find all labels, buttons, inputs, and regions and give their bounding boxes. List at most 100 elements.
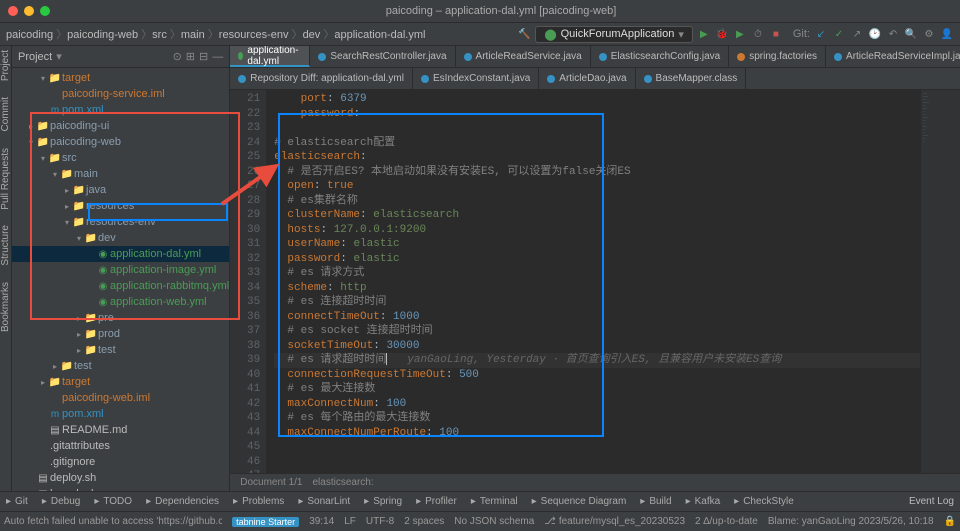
debug-icon[interactable]: 🐞: [715, 27, 729, 41]
tree-arrow-icon[interactable]: ▸: [74, 346, 84, 355]
run-config-selector[interactable]: ⬤ QuickForumApplication ▾: [535, 26, 693, 43]
tool-tab-commit[interactable]: Commit: [0, 97, 11, 131]
breadcrumb-2[interactable]: src: [152, 29, 167, 41]
tree-item[interactable]: ▤ README.md: [12, 422, 229, 438]
editor-breadcrumb-path[interactable]: elasticsearch:: [312, 477, 373, 488]
tree-item[interactable]: ▾📁 main: [12, 166, 229, 182]
tree-item[interactable]: ◉ application-dal.yml: [12, 246, 229, 262]
code-area[interactable]: port: 6379 password: # elasticsearch配置 e…: [266, 90, 960, 473]
tool-tab-structure[interactable]: Structure: [0, 225, 11, 266]
bottom-tool-build[interactable]: ▸Build: [640, 496, 671, 507]
tree-item[interactable]: ▤ deploy.sh: [12, 470, 229, 486]
tree-arrow-icon[interactable]: ▾: [38, 154, 48, 163]
line-separator[interactable]: LF: [344, 516, 356, 527]
bottom-tool-checkstyle[interactable]: ▸CheckStyle: [734, 496, 794, 507]
tree-arrow-icon[interactable]: ▸: [26, 122, 36, 131]
search-icon[interactable]: 🔍: [904, 27, 918, 41]
git-commit-icon[interactable]: ✓: [832, 27, 846, 41]
tree-arrow-icon[interactable]: ▸: [74, 314, 84, 323]
tree-item[interactable]: ▸📁 target: [12, 374, 229, 390]
editor-tab[interactable]: ArticleReadServiceImpl.java: [826, 46, 960, 67]
git-push-icon[interactable]: ↗: [850, 27, 864, 41]
expand-all-icon[interactable]: ⊞: [186, 50, 195, 63]
build-icon[interactable]: 🔨: [517, 27, 531, 41]
tree-item[interactable]: paicoding-service.iml: [12, 86, 229, 102]
git-sync-status[interactable]: 2 ∆/up-to-date: [695, 516, 758, 527]
breadcrumb-4[interactable]: resources-env: [219, 29, 289, 41]
json-schema[interactable]: No JSON schema: [454, 516, 534, 527]
tree-arrow-icon[interactable]: ▸: [50, 362, 60, 371]
minimap[interactable]: ▬▬▬▬▬▬▬▬▬▬▬▬▬▬▬▬▬▬▬▬▬▬▬▬▬▬▬▬▬▬▬▬▬▬▬▬▬▬▬▬…: [920, 90, 960, 473]
breadcrumb-1[interactable]: paicoding-web: [67, 29, 138, 41]
bottom-tool-kafka[interactable]: ▸Kafka: [686, 496, 721, 507]
git-history-icon[interactable]: 🕑: [868, 27, 882, 41]
run-icon[interactable]: ▶: [697, 27, 711, 41]
tree-arrow-icon[interactable]: ▸: [74, 330, 84, 339]
stop-icon[interactable]: ■: [769, 27, 783, 41]
tree-item[interactable]: m pom.xml: [12, 406, 229, 422]
tree-item[interactable]: .gitattributes: [12, 438, 229, 454]
editor-tab[interactable]: application-dal.yml: [230, 46, 310, 67]
tree-item[interactable]: ▾📁 dev: [12, 230, 229, 246]
tree-item[interactable]: ▸📁 test: [12, 342, 229, 358]
bottom-tool-sequence-diagram[interactable]: ▸Sequence Diagram: [532, 496, 627, 507]
bottom-tool-sonarlint[interactable]: ▸SonarLint: [298, 496, 350, 507]
tree-arrow-icon[interactable]: ▸: [62, 186, 72, 195]
editor-tab[interactable]: spring.factories: [729, 46, 826, 67]
tree-item[interactable]: ▸📁 test: [12, 358, 229, 374]
tree-item[interactable]: ◉ application-web.yml: [12, 294, 229, 310]
bottom-tool-todo[interactable]: ▸TODO: [94, 496, 132, 507]
coverage-icon[interactable]: ▶: [733, 27, 747, 41]
git-rollback-icon[interactable]: ↶: [886, 27, 900, 41]
bottom-tool-problems[interactable]: ▸Problems: [233, 496, 284, 507]
event-log-button[interactable]: Event Log: [909, 496, 954, 507]
git-branch[interactable]: ⎇ feature/mysql_es_20230523: [544, 516, 685, 527]
collapse-all-icon[interactable]: ⊟: [199, 50, 208, 63]
tree-arrow-icon[interactable]: ▾: [38, 74, 48, 83]
close-icon[interactable]: [8, 6, 18, 16]
avatar[interactable]: 👤: [940, 27, 954, 41]
tree-item[interactable]: ▸📁 prod: [12, 326, 229, 342]
maximize-icon[interactable]: [40, 6, 50, 16]
tree-arrow-icon[interactable]: ▾: [74, 234, 84, 243]
breadcrumb-5[interactable]: dev: [303, 29, 321, 41]
tool-tab-project[interactable]: Project: [0, 50, 11, 81]
tree-item[interactable]: ▸📁 pre: [12, 310, 229, 326]
tree-item[interactable]: ▾📁 paicoding-web: [12, 134, 229, 150]
editor-tab[interactable]: ArticleReadService.java: [456, 46, 591, 67]
tree-item[interactable]: .gitignore: [12, 454, 229, 470]
hide-icon[interactable]: —: [212, 51, 223, 63]
breadcrumb-6[interactable]: application-dal.yml: [334, 29, 425, 41]
tree-item[interactable]: ▾📁 resources-env: [12, 214, 229, 230]
bottom-tool-dependencies[interactable]: ▸Dependencies: [146, 496, 219, 507]
settings-icon[interactable]: ⚙: [922, 27, 936, 41]
editor-tab[interactable]: ArticleDao.java: [539, 68, 635, 89]
tree-item[interactable]: ◉ application-rabbitmq.yml: [12, 278, 229, 294]
tree-item[interactable]: ◉ application-image.yml: [12, 262, 229, 278]
tree-item[interactable]: m pom.xml: [12, 102, 229, 118]
lock-icon[interactable]: 🔒: [944, 516, 956, 527]
editor-tab[interactable]: Repository Diff: application-dal.yml: [230, 68, 413, 89]
project-tree[interactable]: ▾📁 target paicoding-service.imlm pom.xml…: [12, 68, 229, 491]
file-encoding[interactable]: UTF-8: [366, 516, 394, 527]
editor-tab[interactable]: ElasticsearchConfig.java: [591, 46, 730, 67]
editor-body[interactable]: 21 22 23 24 25 26 27 28 29 30 31 32 33 3…: [230, 90, 960, 473]
editor-tab[interactable]: SearchRestController.java: [310, 46, 455, 67]
tree-arrow-icon[interactable]: ▾: [62, 218, 72, 227]
bottom-tool-spring[interactable]: ▸Spring: [364, 496, 402, 507]
git-update-icon[interactable]: ↙: [814, 27, 828, 41]
profile-icon[interactable]: ⏱: [751, 27, 765, 41]
tool-tab-bookmarks[interactable]: Bookmarks: [0, 282, 11, 332]
tree-item[interactable]: paicoding-web.iml: [12, 390, 229, 406]
tree-item[interactable]: ▸📁 java: [12, 182, 229, 198]
tree-item[interactable]: ▸📁 paicoding-ui: [12, 118, 229, 134]
tree-arrow-icon[interactable]: ▾: [26, 138, 36, 147]
minimize-icon[interactable]: [24, 6, 34, 16]
bottom-tool-terminal[interactable]: ▸Terminal: [471, 496, 518, 507]
breadcrumb-3[interactable]: main: [181, 29, 205, 41]
tree-arrow-icon[interactable]: ▸: [62, 202, 72, 211]
editor-tab[interactable]: EsIndexConstant.java: [413, 68, 539, 89]
indent-settings[interactable]: 2 spaces: [404, 516, 444, 527]
cursor-position[interactable]: 39:14: [309, 516, 334, 527]
bottom-tool-profiler[interactable]: ▸Profiler: [416, 496, 457, 507]
